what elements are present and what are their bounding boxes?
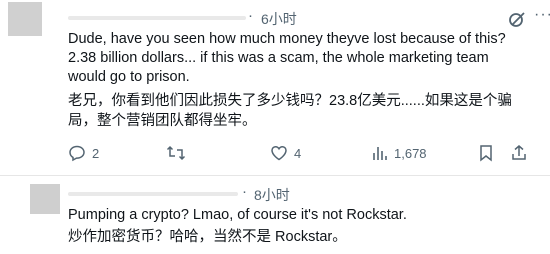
like-button[interactable]: 4 <box>270 142 301 164</box>
share-icon <box>510 144 528 162</box>
reply-count: 2 <box>92 145 100 161</box>
bookmark-button[interactable] <box>478 142 494 164</box>
separator-dot: · <box>242 183 247 200</box>
action-bar: 2 4 1,678 <box>62 142 532 164</box>
tweet-header: · 8小时 <box>68 182 468 204</box>
views-button[interactable]: 1,678 <box>372 142 427 164</box>
tweet-2[interactable]: · 8小时 Pumping a crypto? Lmao, of course … <box>0 176 550 254</box>
tweet-header: · 6小时 ··· <box>68 6 550 29</box>
separator-dot: · <box>248 7 253 24</box>
redacted-username <box>68 16 246 20</box>
timestamp[interactable]: 6小时 <box>261 9 297 29</box>
retweet-icon <box>166 144 186 162</box>
more-icon[interactable]: ··· <box>534 6 550 24</box>
redacted-username <box>68 192 238 196</box>
tweet-text-en: Pumping a crypto? Lmao, of course it's n… <box>68 207 407 223</box>
grok-icon[interactable] <box>508 10 526 28</box>
reply-icon <box>68 144 86 162</box>
timestamp[interactable]: 8小时 <box>254 185 290 205</box>
like-icon <box>270 144 288 162</box>
tweet-1[interactable]: · 6小时 ··· Dude, have you seen how much m… <box>0 0 550 175</box>
views-count: 1,678 <box>394 145 427 161</box>
share-button[interactable] <box>510 142 528 164</box>
avatar[interactable] <box>8 2 42 36</box>
tweet-text-zh: 炒作加密货币？哈哈，当然不是 Rockstar。 <box>68 229 347 245</box>
views-icon <box>372 145 388 161</box>
bookmark-icon <box>478 144 494 162</box>
tweet-text-zh: 老兄，你看到他们因此损失了多少钱吗？23.8亿美元......如果这是个骗局，整… <box>68 93 512 129</box>
tweet-text-en: Dude, have you seen how much money theyv… <box>68 31 506 85</box>
retweet-button[interactable] <box>166 142 192 164</box>
like-count: 4 <box>294 145 302 161</box>
reply-button[interactable]: 2 <box>68 142 99 164</box>
